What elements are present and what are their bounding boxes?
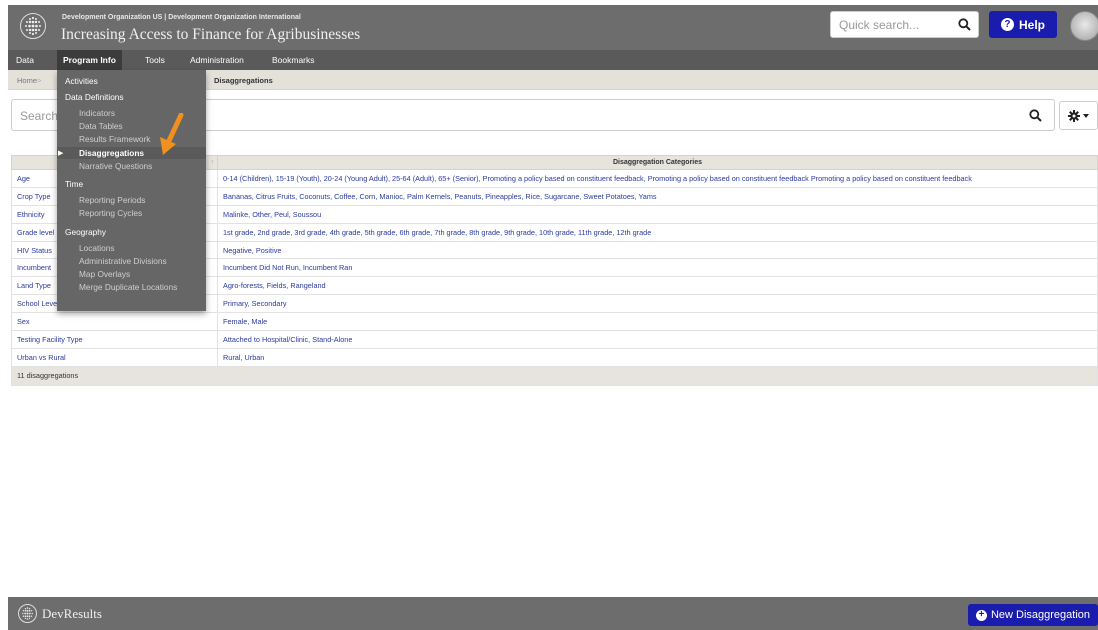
disaggregation-name[interactable]: Urban vs Rural [11,347,218,367]
new-disaggregation-button[interactable]: + New Disaggregation [968,604,1098,626]
table-footer-row: 11 disaggregations [11,365,1098,386]
disaggregation-categories[interactable]: Primary, Secondary [217,294,1098,314]
new-disaggregation-label: New Disaggregation [990,609,1091,621]
globe-dots-icon [22,607,33,620]
disaggregation-categories[interactable]: Bananas, Citrus Fruits, Coconuts, Coffee… [217,186,1098,206]
nav-tools[interactable]: Tools [145,50,165,70]
sort-arrow-icon[interactable]: ↑ [211,159,215,166]
devresults-brand: DevResults [42,606,102,621]
table-row[interactable]: Testing Facility Type Attached to Hospita… [11,330,1098,349]
pointer-arrow-icon [160,113,184,155]
menu-item-locations[interactable]: Locations [79,243,115,253]
menu-item-activities[interactable]: Activities [65,76,98,86]
disaggregation-name[interactable]: Testing Facility Type [11,330,218,349]
disaggregation-categories[interactable]: Attached to Hospital/Clinic, Stand-Alone [217,330,1098,349]
disaggregation-categories[interactable]: Malinke, Other, Peul, Soussou [217,204,1098,224]
menu-item-administrative-divisions[interactable]: Administrative Divisions [79,256,167,266]
nav-data[interactable]: Data [16,50,34,70]
plus-icon: + [975,609,987,621]
quick-search [830,11,979,38]
table-row[interactable]: Sex Female, Male [11,312,1098,332]
disaggregation-categories[interactable]: Female, Male [217,312,1098,332]
disaggregation-categories[interactable]: 1st grade, 2nd grade, 3rd grade, 4th gra… [217,222,1098,242]
menu-item-merge-duplicate-locations[interactable]: Merge Duplicate Locations [79,282,177,292]
org-logo[interactable] [20,13,46,39]
table-footer-empty-cell [217,365,1098,386]
help-label: Help [1018,17,1045,32]
breadcrumb-current: Disaggregations [214,76,273,85]
organization-names: Development Organization US | Developmen… [62,14,301,21]
column-header-categories[interactable]: Disaggregation Categories [217,155,1098,170]
question-icon: ? [1000,18,1014,31]
quick-search-input[interactable] [839,16,949,34]
menu-item-data-tables[interactable]: Data Tables [79,121,123,131]
footer-bar: DevResults + New Disaggregation [8,597,1098,630]
caret-down-icon [1083,113,1089,118]
globe-dots-icon [25,16,41,36]
breadcrumb-separator: > [37,76,42,85]
search-icon[interactable] [958,18,971,31]
app-header: Development Organization US | Developmen… [8,5,1098,50]
active-caret-icon: ▶ [58,150,64,157]
help-button[interactable]: ? Help [989,11,1057,38]
main-nav: Data Program Info Tools Administration B… [8,50,1098,70]
disaggregation-categories[interactable]: Incumbent Did Not Run, Incumbent Ran [217,258,1098,278]
menu-item-map-overlays[interactable]: Map Overlays [79,269,130,279]
menu-item-indicators[interactable]: Indicators [79,108,115,118]
menu-item-disaggregations[interactable]: Disaggregations [79,148,144,158]
menu-group-data-definitions: Data Definitions [65,92,124,102]
disaggregation-name[interactable]: Sex [11,312,218,332]
program-info-menu: Activities Data Definitions Indicators D… [57,70,206,311]
nav-bookmarks[interactable]: Bookmarks [272,50,315,70]
disaggregation-categories[interactable]: Agro-forests, Fields, Rangeland [217,276,1098,296]
gear-icon [1068,109,1080,122]
menu-group-geography: Geography [65,227,107,237]
disaggregation-categories[interactable]: Negative, Positive [217,240,1098,260]
menu-item-results-framework[interactable]: Results Framework [79,134,150,144]
project-title: Increasing Access to Finance for Agribus… [61,26,361,43]
nav-administration[interactable]: Administration [190,50,244,70]
breadcrumb-home[interactable]: Home [17,76,37,85]
menu-item-reporting-cycles[interactable]: Reporting Cycles [79,208,142,218]
menu-item-reporting-periods[interactable]: Reporting Periods [79,195,145,205]
disaggregation-categories[interactable]: 0-14 (Children), 15-19 (Youth), 20-24 (Y… [217,169,1098,188]
settings-dropdown-button[interactable] [1059,101,1098,130]
disaggregation-count: 11 disaggregations [11,365,218,386]
menu-group-time: Time [65,179,84,189]
devresults-logo [18,604,37,623]
disaggregation-categories[interactable]: Rural, Urban [217,347,1098,367]
nav-program-info[interactable]: Program Info [57,50,122,70]
table-row[interactable]: Urban vs Rural Rural, Urban [11,347,1098,367]
menu-item-narrative-questions[interactable]: Narrative Questions [79,161,152,171]
search-icon[interactable] [1029,109,1042,122]
user-avatar[interactable] [1070,11,1098,41]
